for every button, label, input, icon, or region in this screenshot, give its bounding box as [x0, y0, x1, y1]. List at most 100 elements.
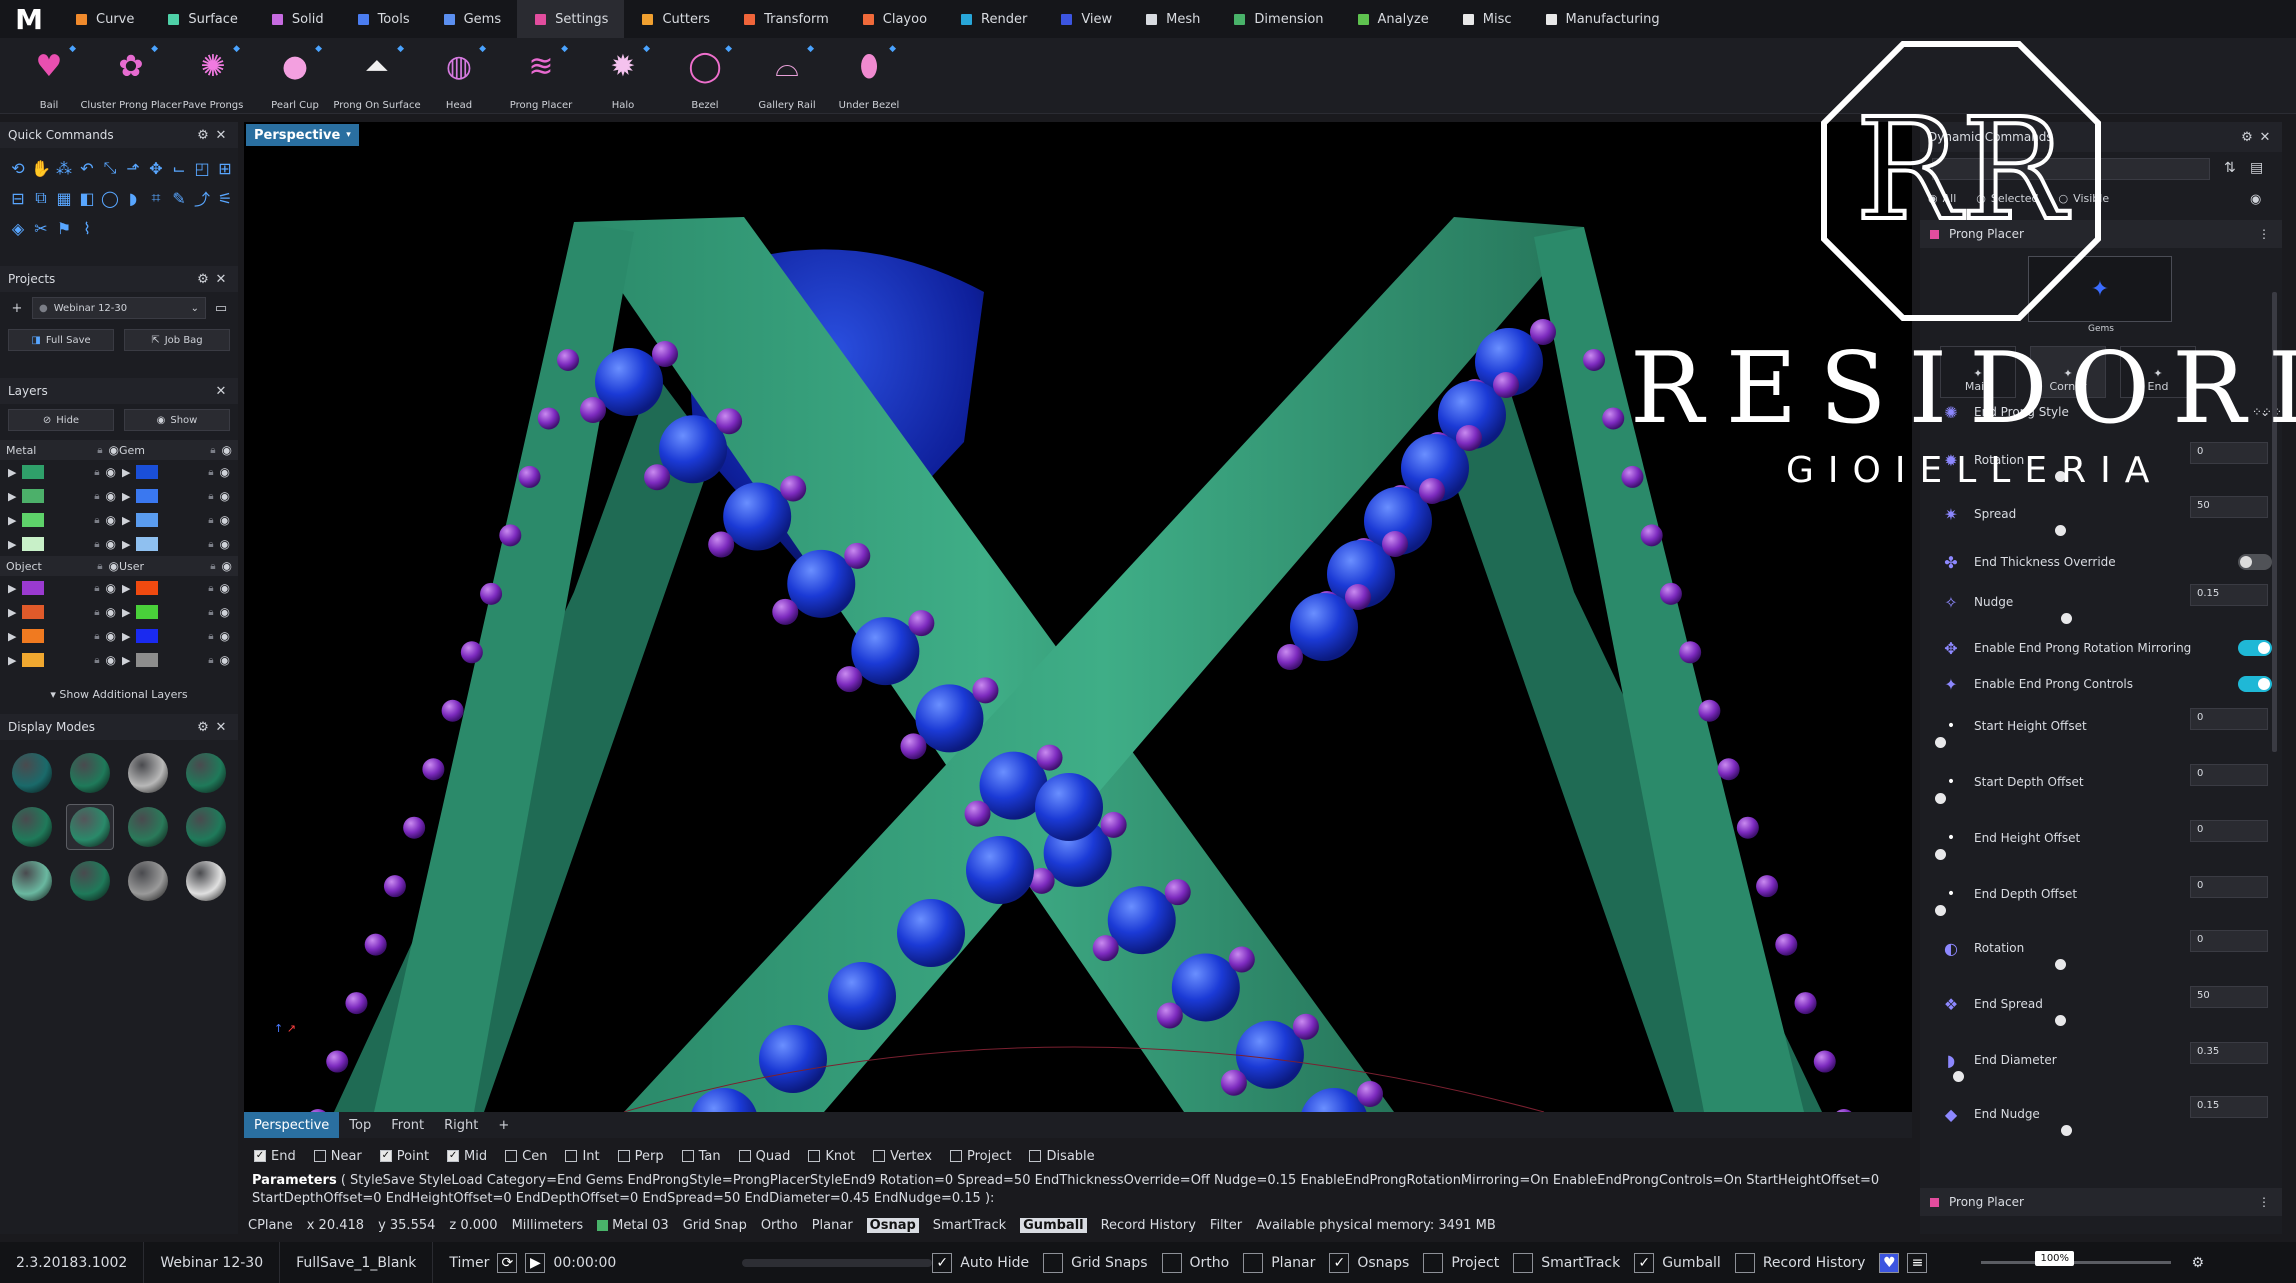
layer-color-swatch[interactable]: [22, 513, 45, 527]
slider-knob[interactable]: [2055, 525, 2066, 536]
checkbox-icon[interactable]: [1043, 1252, 1064, 1273]
display-mode-option[interactable]: [66, 750, 114, 796]
under-bezel-tool[interactable]: ⬮ ◆ Under Bezel: [828, 38, 910, 114]
layer-item[interactable]: ▶ 🔒︎ ◉: [122, 581, 230, 595]
layer-item[interactable]: ▶ 🔒︎ ◉: [122, 465, 230, 479]
toggle-osnaps[interactable]: ✓ Osnaps: [1329, 1252, 1409, 1273]
quick-command-icon[interactable]: ▦: [54, 188, 74, 208]
osnap-end[interactable]: ✓ End: [254, 1149, 296, 1164]
param-value-input[interactable]: 50: [2190, 496, 2268, 518]
lock-icon[interactable]: 🔒︎: [208, 607, 213, 618]
layer-item[interactable]: ▶ 🔒︎ ◉: [8, 653, 116, 667]
show-layers-button[interactable]: ◉ Show: [124, 409, 230, 431]
checkbox-icon[interactable]: ✓: [254, 1150, 266, 1162]
param-slider[interactable]: [1935, 737, 2240, 748]
slider-knob[interactable]: [1935, 793, 1946, 804]
expand-triangle-icon[interactable]: ▶: [8, 654, 16, 667]
eye-icon[interactable]: ◉: [220, 581, 230, 595]
slider-knob[interactable]: [2061, 613, 2072, 624]
current-layer[interactable]: Metal 03: [597, 1218, 669, 1233]
reset-timer-icon[interactable]: ⟳: [497, 1252, 518, 1273]
eye-icon[interactable]: ◉: [109, 559, 119, 573]
lock-icon[interactable]: 🔒︎: [94, 467, 99, 478]
param-slider[interactable]: [1940, 959, 2240, 970]
gear-icon[interactable]: ⚙: [194, 272, 212, 287]
close-icon[interactable]: ✕: [212, 384, 230, 399]
ortho-toggle[interactable]: Ortho: [761, 1218, 798, 1233]
checkbox-icon[interactable]: [565, 1150, 578, 1162]
checkbox-icon[interactable]: ✓: [1634, 1252, 1655, 1273]
expand-triangle-icon[interactable]: ▶: [8, 514, 16, 527]
eye-icon[interactable]: ◉: [220, 653, 230, 667]
eye-icon[interactable]: ◉: [106, 489, 116, 503]
param-value-input[interactable]: 0: [2190, 820, 2268, 842]
gear-icon[interactable]: ⚙: [2191, 1255, 2204, 1271]
display-mode-option[interactable]: [124, 804, 172, 850]
osnap-disable[interactable]: Disable: [1029, 1149, 1095, 1164]
checkbox-icon[interactable]: [1243, 1252, 1264, 1273]
quick-command-icon[interactable]: ⬏: [123, 158, 143, 178]
lock-icon[interactable]: 🔒︎: [94, 539, 99, 550]
add-icon[interactable]: +: [8, 301, 26, 316]
menu-clayoo[interactable]: Clayoo: [845, 0, 943, 38]
param-slider[interactable]: [1940, 613, 2240, 624]
quick-command-icon[interactable]: ⤴: [192, 188, 212, 209]
eye-icon[interactable]: ◉: [106, 513, 116, 527]
menu-mesh[interactable]: Mesh: [1128, 0, 1216, 38]
quick-command-icon[interactable]: ⚑: [54, 218, 74, 238]
lock-icon[interactable]: 🔒︎: [94, 655, 99, 666]
gumball-toggle[interactable]: Gumball: [1020, 1217, 1087, 1233]
expand-triangle-icon[interactable]: ▶: [8, 466, 16, 479]
layer-item[interactable]: ▶ 🔒︎ ◉: [122, 629, 230, 643]
param-value-input[interactable]: 50: [2190, 986, 2268, 1008]
eye-icon[interactable]: ◉: [220, 489, 230, 503]
osnap-quad[interactable]: Quad: [738, 1149, 790, 1164]
display-mode-option[interactable]: [124, 750, 172, 796]
layer-group-object[interactable]: Object 🔒︎ ◉: [6, 559, 119, 573]
slider-knob[interactable]: [1935, 905, 1946, 916]
lock-icon[interactable]: 🔒︎: [97, 561, 102, 572]
expand-triangle-icon[interactable]: ▶: [122, 538, 130, 551]
play-icon[interactable]: ▶: [525, 1252, 546, 1273]
param-value-input[interactable]: 0: [2190, 764, 2268, 786]
menu-settings[interactable]: Settings: [517, 0, 625, 38]
layer-color-swatch[interactable]: [136, 489, 159, 503]
osnap-near[interactable]: Near: [313, 1149, 362, 1164]
checkbox-icon[interactable]: [313, 1150, 326, 1162]
gear-icon[interactable]: ⚙: [194, 128, 212, 143]
layer-group-user[interactable]: User 🔒︎ ◉: [119, 559, 232, 573]
close-icon[interactable]: ✕: [212, 128, 230, 143]
quick-command-icon[interactable]: ◈: [8, 218, 28, 238]
layout-icon[interactable]: ▤: [2250, 160, 2263, 176]
checkbox-icon[interactable]: ✓: [379, 1150, 392, 1162]
expand-triangle-icon[interactable]: ▶: [122, 582, 130, 595]
layer-item[interactable]: ▶ 🔒︎ ◉: [8, 465, 116, 479]
quick-command-icon[interactable]: ⌇: [77, 218, 97, 238]
checkbox-icon[interactable]: [1161, 1252, 1182, 1273]
param-slider[interactable]: [1935, 849, 2240, 860]
quick-command-icon[interactable]: ⌗: [146, 188, 166, 208]
osnap-perp[interactable]: Perp: [617, 1149, 664, 1164]
display-mode-option[interactable]: [8, 858, 56, 904]
tab-top[interactable]: Top: [339, 1112, 381, 1138]
osnap-project[interactable]: Project: [949, 1149, 1011, 1164]
param-toggle[interactable]: [2238, 640, 2272, 656]
toggle-ortho[interactable]: Ortho: [1161, 1252, 1229, 1273]
osnap-tan[interactable]: Tan: [681, 1149, 721, 1164]
quick-command-icon[interactable]: ◰: [192, 158, 212, 178]
layer-item[interactable]: ▶ 🔒︎ ◉: [8, 629, 116, 643]
eye-icon[interactable]: ◉: [220, 465, 230, 479]
checkbox-icon[interactable]: [949, 1150, 962, 1162]
eye-icon[interactable]: ◉: [220, 629, 230, 643]
param-slider[interactable]: [1940, 525, 2240, 536]
quick-command-icon[interactable]: ✎: [169, 188, 189, 208]
toggle-record-history[interactable]: Record History: [1734, 1252, 1865, 1273]
eye-icon[interactable]: ◉: [106, 537, 116, 551]
lock-icon[interactable]: 🔒︎: [94, 583, 99, 594]
osnap-vertex[interactable]: Vertex: [873, 1149, 932, 1164]
layer-item[interactable]: ▶ 🔒︎ ◉: [8, 581, 116, 595]
job-bag-button[interactable]: ⇱ Job Bag: [124, 329, 230, 351]
quick-command-icon[interactable]: ⧉: [31, 188, 51, 208]
gear-icon[interactable]: ⚙: [194, 720, 212, 735]
expand-triangle-icon[interactable]: ▶: [8, 582, 16, 595]
